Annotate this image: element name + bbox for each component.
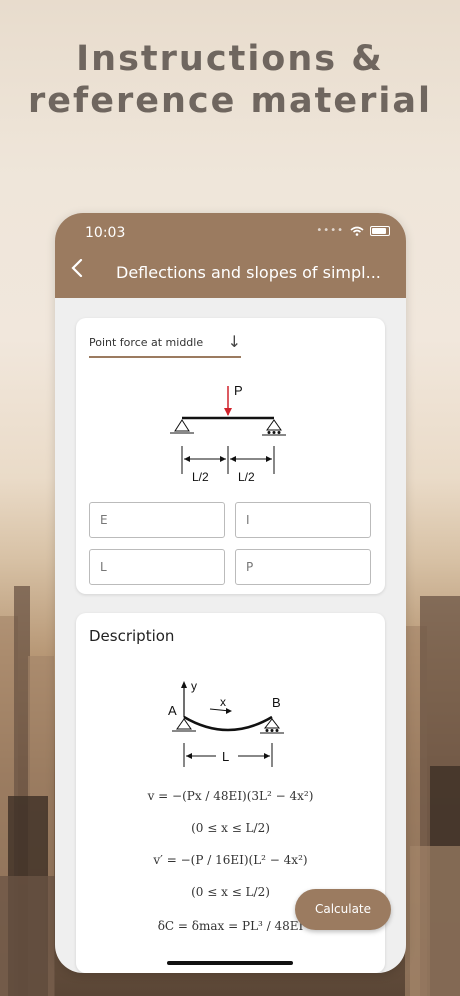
case-select-value: Point force at middle [89, 336, 204, 349]
p-field-placeholder: P [246, 560, 254, 574]
load-label: P [234, 383, 243, 398]
l-field-placeholder: L [100, 560, 107, 574]
span-label: L [222, 749, 229, 764]
chevron-left-icon [71, 258, 83, 278]
status-icons: •••• [316, 225, 390, 236]
formula-range-1: (0 ≤ x ≤ L/2) [191, 821, 270, 835]
wifi-icon [350, 226, 364, 236]
p-field[interactable]: P [235, 549, 371, 585]
description-title: Description [89, 627, 175, 645]
case-select[interactable]: Point force at middle ↓ [89, 332, 241, 358]
y-axis-label: y [191, 679, 197, 693]
x-axis-label: x [220, 695, 226, 709]
e-field-placeholder: E [100, 513, 108, 527]
l-field[interactable]: L [89, 549, 225, 585]
input-card: Point force at middle ↓ P L/2 L/2 E I L [76, 318, 385, 594]
support-a-label: A [168, 703, 177, 718]
home-indicator [167, 961, 293, 965]
battery-icon [370, 225, 390, 236]
headline: Instructions & reference material [28, 39, 432, 121]
formula-deflection: v = −(Px / 48EI)(3L² − 4x²) [147, 789, 314, 803]
phone-frame: 10:03 •••• Deflections and slopes of sim… [55, 213, 406, 973]
left-span-label: L/2 [192, 470, 209, 484]
back-button[interactable] [71, 258, 83, 282]
app-header: 10:03 •••• Deflections and slopes of sim… [55, 213, 406, 298]
beam-deflection-diagram: y x A B L [168, 679, 284, 767]
signal-icon: •••• [316, 225, 344, 236]
beam-diagram-point-load: P L/2 L/2 [170, 383, 286, 484]
e-field[interactable]: E [89, 502, 225, 538]
arrow-down-icon: ↓ [227, 332, 241, 351]
page-title: Deflections and slopes of simpl... [116, 263, 381, 282]
i-field-placeholder: I [246, 513, 250, 527]
status-time: 10:03 [85, 225, 126, 241]
right-span-label: L/2 [238, 470, 255, 484]
calculate-button[interactable]: Calculate [295, 889, 391, 930]
formula-slope: v′ = −(P / 16EI)(L² − 4x²) [153, 853, 308, 867]
i-field[interactable]: I [235, 502, 371, 538]
support-b-label: B [272, 695, 281, 710]
